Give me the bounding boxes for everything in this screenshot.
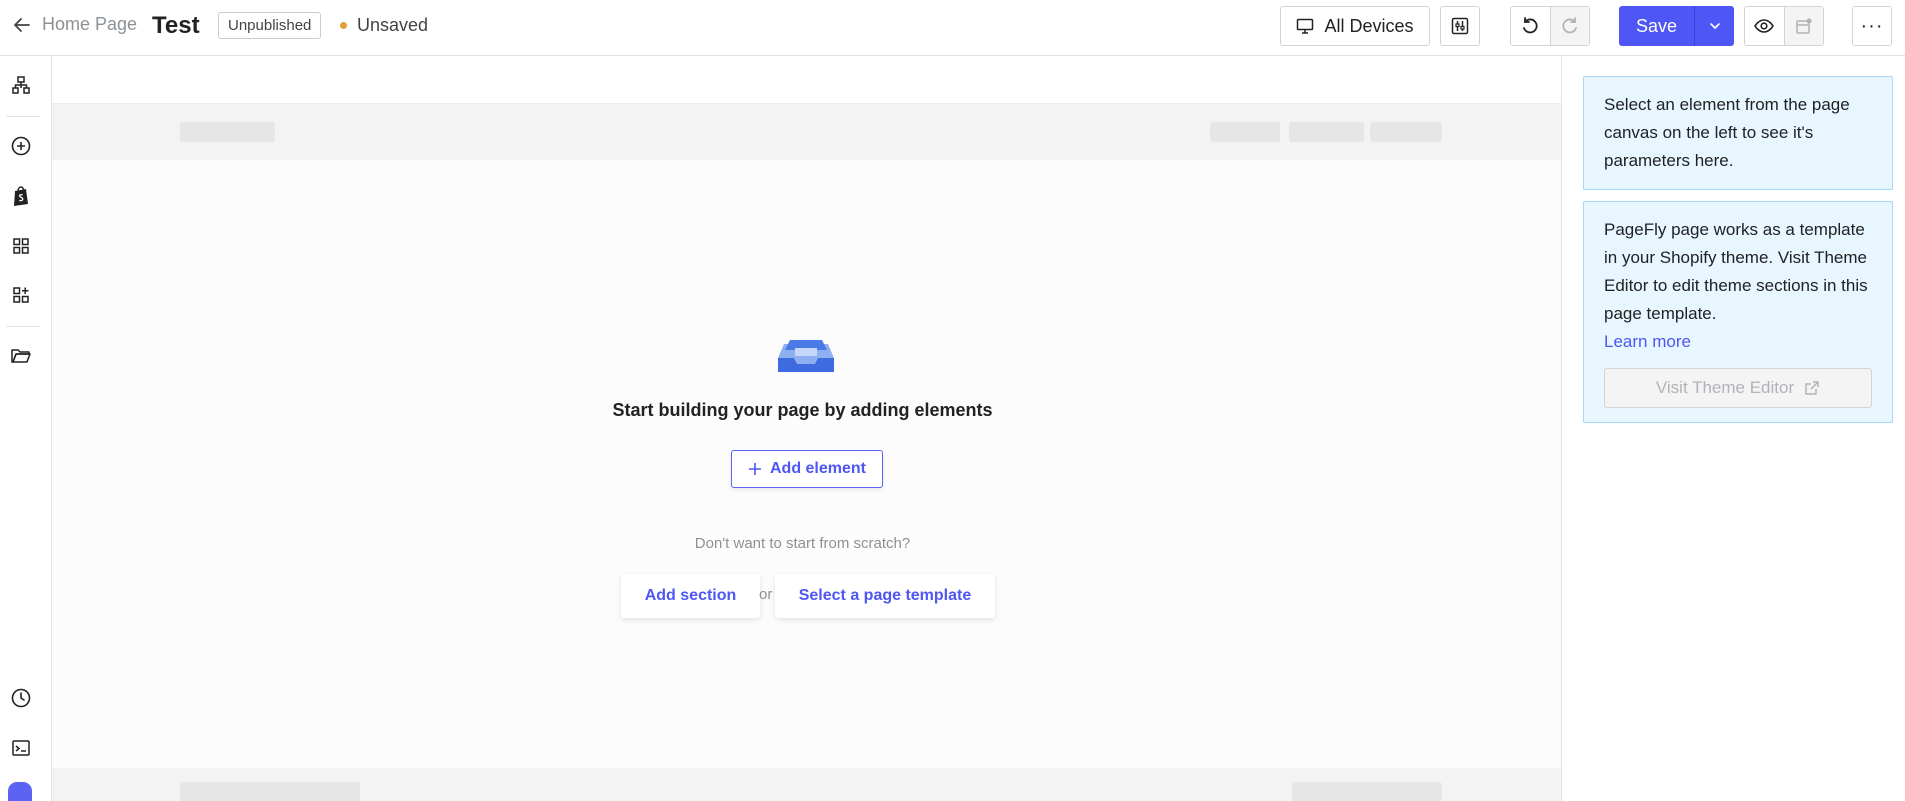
ghost-footer-item	[180, 782, 360, 801]
page-title[interactable]: Test	[152, 12, 200, 40]
select-hint-text: Select an element from the page canvas o…	[1604, 95, 1850, 170]
plus-icon	[748, 462, 762, 476]
redo-button[interactable]	[1549, 7, 1589, 45]
theme-info-text: PageFly page works as a template in your…	[1604, 220, 1868, 323]
undo-redo-group	[1510, 6, 1590, 46]
ghost-logo	[180, 122, 275, 142]
back-label: Home Page	[42, 14, 138, 34]
rail-divider	[6, 116, 40, 117]
eye-icon	[1753, 15, 1775, 37]
add-section-button[interactable]: Add section	[621, 574, 760, 618]
shopify-icon[interactable]	[8, 183, 34, 209]
chevron-down-icon	[1708, 19, 1722, 33]
properties-panel: Select an element from the page canvas o…	[1563, 56, 1905, 801]
theme-footer-placeholder	[52, 768, 1561, 801]
folder-icon[interactable]	[8, 343, 34, 369]
add-element-button[interactable]: Add element	[731, 450, 883, 488]
scratch-prompt: Don't want to start from scratch?	[694, 535, 911, 552]
undo-button[interactable]	[1511, 7, 1550, 45]
ghost-nav-item	[1210, 122, 1280, 142]
rail-divider	[6, 326, 40, 327]
unsaved-dot-icon	[340, 22, 347, 29]
external-link-icon	[1804, 380, 1820, 396]
visit-theme-editor-button[interactable]: Visit Theme Editor	[1604, 368, 1872, 408]
add-element-icon[interactable]	[8, 133, 34, 159]
add-element-label: Add element	[769, 460, 866, 477]
back-to-home-link[interactable]: Home Page	[12, 14, 137, 35]
empty-state-title: Start building your page by adding eleme…	[612, 400, 993, 420]
save-button-group: Save	[1619, 6, 1734, 46]
save-state-indicator: Unsaved	[340, 15, 428, 36]
publish-icon	[1794, 16, 1814, 36]
save-options-button[interactable]	[1694, 6, 1734, 46]
apps-icon[interactable]	[8, 282, 34, 308]
sliders-icon	[1450, 16, 1470, 36]
terminal-icon[interactable]	[8, 735, 34, 761]
left-toolbar	[0, 56, 52, 801]
sections-icon[interactable]	[8, 233, 34, 259]
page-settings-button[interactable]	[1440, 6, 1480, 46]
or-separator: or	[759, 586, 773, 603]
canvas-top-strip	[52, 56, 1561, 104]
arrow-left-icon	[12, 15, 32, 35]
ghost-nav-item	[1370, 122, 1442, 142]
preview-button[interactable]	[1745, 7, 1784, 45]
page-structure-icon[interactable]	[8, 72, 34, 98]
more-options-button[interactable]: ···	[1852, 6, 1892, 46]
visit-theme-editor-label: Visit Theme Editor	[1655, 378, 1795, 397]
undo-icon	[1520, 16, 1540, 36]
ghost-nav-item	[1289, 122, 1364, 142]
theme-editor-info: PageFly page works as a template in your…	[1583, 201, 1893, 423]
top-bar: Home Page Test Unpublished Unsaved All D…	[0, 0, 1905, 56]
select-element-hint: Select an element from the page canvas o…	[1583, 76, 1893, 190]
avatar[interactable]	[8, 782, 32, 801]
save-button[interactable]: Save	[1619, 6, 1694, 46]
publish-button[interactable]	[1783, 7, 1823, 45]
theme-header-placeholder	[52, 104, 1561, 160]
status-badge: Unpublished	[218, 12, 322, 39]
save-state-label: Unsaved	[357, 15, 429, 35]
device-selector-button[interactable]: All Devices	[1280, 6, 1430, 46]
devices-label: All Devices	[1324, 15, 1414, 36]
ghost-footer-item	[1292, 782, 1442, 801]
page-canvas[interactable]: Start building your page by adding eleme…	[52, 56, 1562, 801]
empty-inbox-icon	[776, 336, 836, 376]
select-page-template-button[interactable]: Select a page template	[775, 574, 995, 618]
redo-icon	[1560, 16, 1580, 36]
history-icon[interactable]	[8, 685, 34, 711]
preview-publish-group	[1744, 6, 1824, 46]
monitor-icon	[1296, 17, 1314, 35]
learn-more-link[interactable]: Learn more	[1604, 328, 1872, 356]
